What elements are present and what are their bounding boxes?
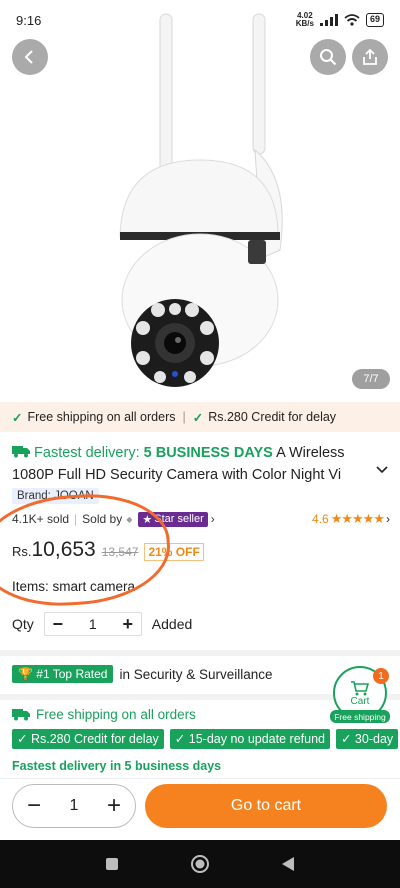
search-button[interactable] (310, 39, 346, 75)
qty-label: Qty (12, 616, 34, 632)
credit-for-delay-text: Rs.280 Credit for delay (208, 410, 337, 424)
go-to-cart-button[interactable]: Go to cart (145, 784, 387, 828)
title-fastest-delivery: Fastest delivery: (34, 445, 144, 461)
discount-badge: 21% OFF (144, 543, 204, 561)
original-price: 13,547 (101, 545, 139, 559)
increment-button[interactable]: + (115, 614, 141, 635)
quantity-value[interactable]: 1 (71, 616, 115, 632)
floating-cart-button[interactable]: Cart 1 Free shipping (330, 666, 390, 723)
bottom-quantity-value: 1 (69, 797, 79, 814)
benefit-chip: ✓ Rs.280 Credit for delay (12, 729, 164, 749)
items-spec[interactable]: Items: smart camera (12, 579, 135, 594)
plus-icon[interactable]: + (107, 794, 121, 818)
wifi-icon (344, 14, 360, 26)
back-nav-icon[interactable] (281, 856, 295, 872)
bottom-quantity-stepper[interactable]: − 1 + (12, 784, 136, 828)
cart-count-badge: 1 (373, 668, 389, 684)
benefit-chip: ✓ 15-day no update refund (169, 729, 330, 749)
network-speed-unit: KB/s (295, 19, 314, 28)
price-row: Rs. 10,653 13,547 21% OFF (12, 538, 204, 566)
free-shipping-text: Free shipping on all orders (36, 707, 196, 722)
star-seller-badge[interactable]: ★ Star seller (138, 511, 208, 527)
benefit-chips: ✓ Rs.280 Credit for delay ✓ 15-day no up… (12, 729, 400, 749)
title-days: 5 BUSINESS DAYS (143, 445, 273, 461)
check-icon: ✓ (192, 410, 204, 425)
chevron-left-icon (24, 50, 33, 64)
chip-label: 30-day (354, 732, 394, 746)
trophy-icon: 🏆 (18, 667, 33, 681)
decrement-button[interactable]: − (45, 614, 71, 635)
chevron-right-icon: › (386, 512, 390, 526)
minus-icon[interactable]: − (27, 794, 41, 818)
home-icon[interactable] (190, 854, 210, 874)
status-time: 9:16 (16, 12, 42, 28)
star-icon: ★ (142, 513, 153, 526)
chevron-down-icon[interactable] (376, 466, 388, 474)
sales-row: 4.1K+ sold | Sold by ◆ ★ Star seller › 4… (12, 510, 390, 528)
share-button[interactable] (352, 39, 388, 75)
rating-stars-icon: ★★★★★ (330, 511, 385, 526)
top-rated-row[interactable]: 🏆 #1 Top Rated in Security & Surveillanc… (12, 665, 273, 683)
check-icon: ✓ (12, 410, 23, 425)
bottom-action-bar: − 1 + Go to cart (0, 778, 400, 840)
sold-count: 4.1K+ sold (12, 512, 70, 526)
status-icons: 4.02 KB/s 69 (296, 12, 384, 28)
divider: | (74, 512, 78, 526)
benefit-chip: ✓ 30-day (335, 729, 399, 749)
price-value: 10,653 (31, 538, 96, 561)
chip-label: 15-day no update refund (188, 732, 325, 746)
section-divider (0, 650, 400, 656)
share-icon (363, 48, 377, 65)
recents-icon[interactable] (105, 857, 119, 871)
truck-icon (12, 709, 30, 721)
cart-icon (351, 680, 370, 695)
top-rated-category: in Security & Surveillance (119, 666, 273, 682)
shipping-banner[interactable]: ✓ Free shipping on all orders | ✓ Rs.280… (0, 402, 400, 432)
cart-label: Cart (350, 695, 370, 707)
cart-free-shipping-pill: Free shipping (330, 710, 390, 723)
search-icon (320, 49, 337, 66)
top-rated-badge: 🏆 #1 Top Rated (12, 665, 114, 683)
divider: | (182, 410, 186, 424)
rating[interactable]: 4.6 ★★★★★ › (312, 511, 390, 527)
price-currency: Rs. (12, 544, 32, 559)
product-title: Fastest delivery: 5 BUSINESS DAYS A Wire… (12, 442, 372, 486)
added-label: Added (151, 616, 193, 632)
back-button[interactable] (12, 39, 48, 75)
star-seller-label: Star seller (154, 513, 204, 525)
quantity-row: Qty − 1 + Added (12, 612, 192, 636)
free-shipping-text: Free shipping on all orders (27, 410, 176, 424)
image-counter: 7/7 (352, 369, 390, 389)
quantity-stepper[interactable]: − 1 + (43, 612, 142, 636)
system-nav-bar (0, 840, 400, 888)
signal-icon (319, 14, 338, 26)
rating-value: 4.6 (312, 512, 329, 526)
seller-logo-icon: ◆ (126, 514, 133, 524)
top-rated-label: #1 Top Rated (36, 667, 108, 681)
chevron-right-icon[interactable]: › (211, 512, 215, 526)
battery-icon: 69 (365, 13, 384, 27)
brand-tag[interactable]: Brand: JOOAN (12, 488, 99, 504)
sold-by-label: Sold by (82, 512, 123, 526)
status-bar: 9:16 4.02 KB/s 69 (0, 0, 400, 40)
chip-label: Rs.280 Credit for delay (30, 732, 159, 746)
free-shipping-row[interactable]: Free shipping on all orders (12, 707, 196, 722)
network-speed: 4.02 KB/s (296, 12, 314, 28)
truck-icon (12, 446, 30, 458)
fastest-delivery-text: Fastest delivery in 5 business days (12, 759, 222, 773)
